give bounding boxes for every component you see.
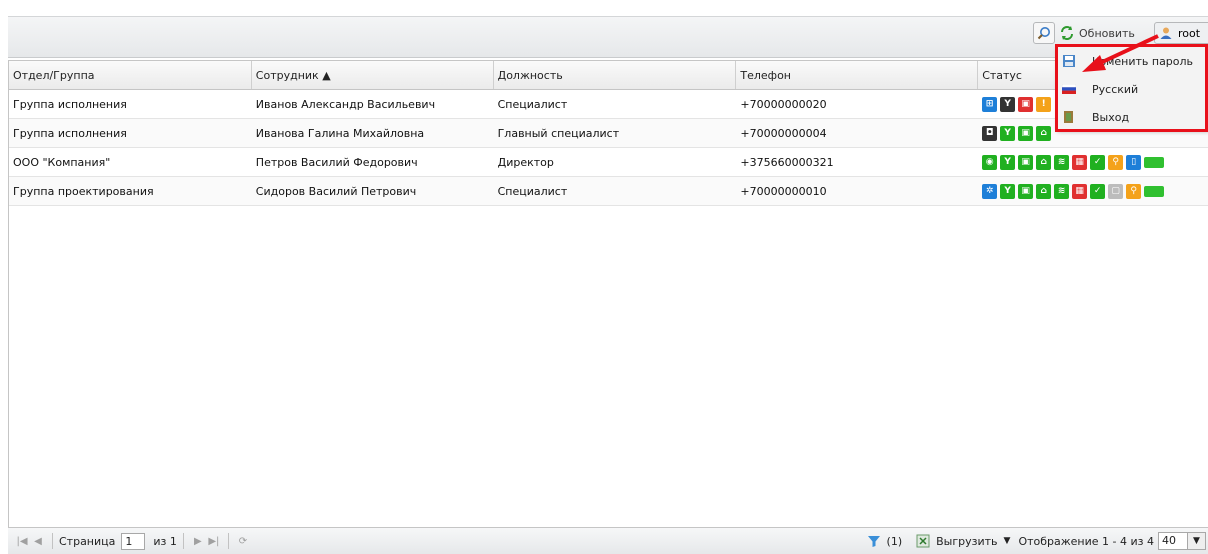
pagination-bar: |◀ ◀ Страница 1 из 1 ▶ ▶| ⟳ (1) Выгрузит… bbox=[8, 527, 1208, 554]
display-info: Отображение 1 - 4 из 4 bbox=[1018, 534, 1154, 548]
cell-phone: +375660000321 bbox=[740, 155, 834, 169]
user-dropdown-menu: Изменить пароль Русский Выход bbox=[1055, 46, 1208, 130]
cell-position: Специалист bbox=[497, 184, 568, 198]
reload-icon[interactable]: ⟳ bbox=[235, 533, 251, 549]
antenna-icon: Y bbox=[1000, 125, 1016, 141]
lock-icon: ▣ bbox=[1018, 125, 1034, 141]
page-size-dropdown-icon[interactable]: ▼ bbox=[1188, 532, 1206, 550]
cell-position: Главный специалист bbox=[497, 126, 620, 140]
box-icon: ▢ bbox=[1108, 183, 1124, 199]
device-icon: ▯ bbox=[1126, 154, 1142, 170]
exit-door-icon bbox=[1064, 111, 1073, 123]
refresh-icon bbox=[1061, 26, 1073, 40]
table-row[interactable]: Группа исполнения Иванов Александр Васил… bbox=[9, 90, 1208, 119]
wifi-icon: ≋ bbox=[1054, 183, 1070, 199]
antenna-icon: Y bbox=[1000, 96, 1016, 112]
cell-department: Группа исполнения bbox=[13, 97, 127, 111]
user-name: root bbox=[1178, 26, 1201, 40]
search-icon bbox=[1037, 27, 1050, 40]
cell-position: Директор bbox=[497, 155, 554, 169]
cell-employee: Иванова Галина Михайловна bbox=[255, 126, 425, 140]
page-number-input[interactable]: 1 bbox=[121, 532, 146, 550]
cell-department: ООО "Компания" bbox=[13, 155, 111, 169]
cell-department: Группа проектирования bbox=[13, 184, 154, 198]
prev-page-button[interactable]: ◀ bbox=[30, 533, 46, 549]
cell-employee: Иванов Александр Васильевич bbox=[255, 97, 436, 111]
divider bbox=[52, 533, 53, 549]
filter-count: (1) bbox=[886, 534, 903, 548]
windows-os-icon: ⊞ bbox=[982, 96, 998, 112]
employees-grid: Отдел/Группа Сотрудник ▲ Должность Телеф… bbox=[8, 60, 1208, 527]
lock-icon: ▣ bbox=[1018, 183, 1034, 199]
pinwheel-os-icon: ✲ bbox=[982, 183, 998, 199]
export-button[interactable]: Выгрузить bbox=[936, 535, 997, 548]
grid-header: Отдел/Группа Сотрудник ▲ Должность Телеф… bbox=[9, 61, 1208, 90]
refresh-button[interactable]: Обновить bbox=[1059, 22, 1135, 44]
chevron-down-icon[interactable]: ▼ bbox=[1004, 536, 1011, 546]
person-icon: ⚲ bbox=[1126, 183, 1142, 199]
cell-phone: +70000000004 bbox=[740, 126, 827, 140]
user-menu-button[interactable]: root bbox=[1154, 22, 1208, 44]
table-row[interactable]: ООО "Компания" Петров Василий Федорович … bbox=[9, 148, 1208, 177]
search-button[interactable] bbox=[1033, 22, 1055, 44]
menu-item-language[interactable]: Русский bbox=[1056, 75, 1207, 103]
wifi-icon: ≋ bbox=[1054, 154, 1070, 170]
column-header-department[interactable]: Отдел/Группа bbox=[9, 61, 252, 89]
refresh-label: Обновить bbox=[1079, 26, 1135, 40]
save-icon bbox=[1063, 55, 1075, 67]
menu-item-logout[interactable]: Выход bbox=[1056, 103, 1207, 131]
check-icon: ✓ bbox=[1090, 183, 1106, 199]
cell-department: Группа исполнения bbox=[13, 126, 127, 140]
cell-phone: +70000000020 bbox=[740, 97, 827, 111]
menu-item-label: Выход bbox=[1092, 110, 1130, 124]
home-icon: ⌂ bbox=[1036, 183, 1052, 199]
antenna-icon: Y bbox=[1000, 183, 1016, 199]
home-icon: ⌂ bbox=[1036, 125, 1052, 141]
lock-icon: ▣ bbox=[1018, 154, 1034, 170]
cell-phone: +70000000010 bbox=[740, 184, 827, 198]
menu-item-label: Русский bbox=[1092, 82, 1139, 96]
cell-position: Специалист bbox=[497, 97, 568, 111]
last-page-button[interactable]: ▶| bbox=[206, 533, 222, 549]
sim-card-icon: ▦ bbox=[1072, 154, 1088, 170]
home-icon: ⌂ bbox=[1036, 154, 1052, 170]
column-header-employee[interactable]: Сотрудник ▲ bbox=[252, 61, 494, 89]
column-header-position[interactable]: Должность bbox=[494, 61, 737, 89]
table-row[interactable]: Группа исполнения Иванова Галина Михайло… bbox=[9, 119, 1208, 148]
grid-body: Группа исполнения Иванов Александр Васил… bbox=[9, 90, 1208, 206]
column-header-phone[interactable]: Телефон bbox=[736, 61, 979, 89]
page-size-input[interactable]: 40 bbox=[1158, 532, 1188, 550]
page-total-label: из 1 bbox=[153, 534, 177, 548]
top-toolbar: Обновить root bbox=[8, 16, 1208, 58]
user-icon bbox=[1160, 27, 1172, 39]
cell-status: ◉ Y ▣ ⌂ ≋ ▦ ✓ ⚲ ▯ bbox=[978, 148, 1208, 176]
russian-flag-icon bbox=[1062, 84, 1076, 94]
check-icon: ✓ bbox=[1090, 154, 1106, 170]
warning-icon: ! bbox=[1036, 96, 1052, 112]
export-icon bbox=[916, 534, 930, 548]
table-row[interactable]: Группа проектирования Сидоров Василий Пе… bbox=[9, 177, 1208, 206]
next-page-button[interactable]: ▶ bbox=[190, 533, 206, 549]
lock-icon: ▣ bbox=[1018, 96, 1034, 112]
first-page-button[interactable]: |◀ bbox=[14, 533, 30, 549]
menu-item-label: Изменить пароль bbox=[1092, 54, 1194, 68]
divider bbox=[182, 533, 184, 549]
cell-employee: Петров Василий Федорович bbox=[255, 155, 418, 169]
page-label: Страница bbox=[59, 534, 116, 548]
filter-icon[interactable] bbox=[867, 534, 881, 548]
battery-icon bbox=[1144, 185, 1165, 197]
cell-status: ✲ Y ▣ ⌂ ≋ ▦ ✓ ▢ ⚲ bbox=[978, 177, 1208, 205]
menu-item-change-password[interactable]: Изменить пароль bbox=[1056, 47, 1207, 75]
cell-employee: Сидоров Василий Петрович bbox=[255, 184, 417, 198]
antenna-icon: Y bbox=[1000, 154, 1016, 170]
person-icon: ⚲ bbox=[1108, 154, 1124, 170]
android-os-icon: ◉ bbox=[982, 154, 998, 170]
divider bbox=[227, 533, 229, 549]
sim-card-icon: ▦ bbox=[1072, 183, 1088, 199]
battery-icon bbox=[1144, 156, 1165, 168]
apple-os-icon: ◘ bbox=[982, 125, 998, 141]
